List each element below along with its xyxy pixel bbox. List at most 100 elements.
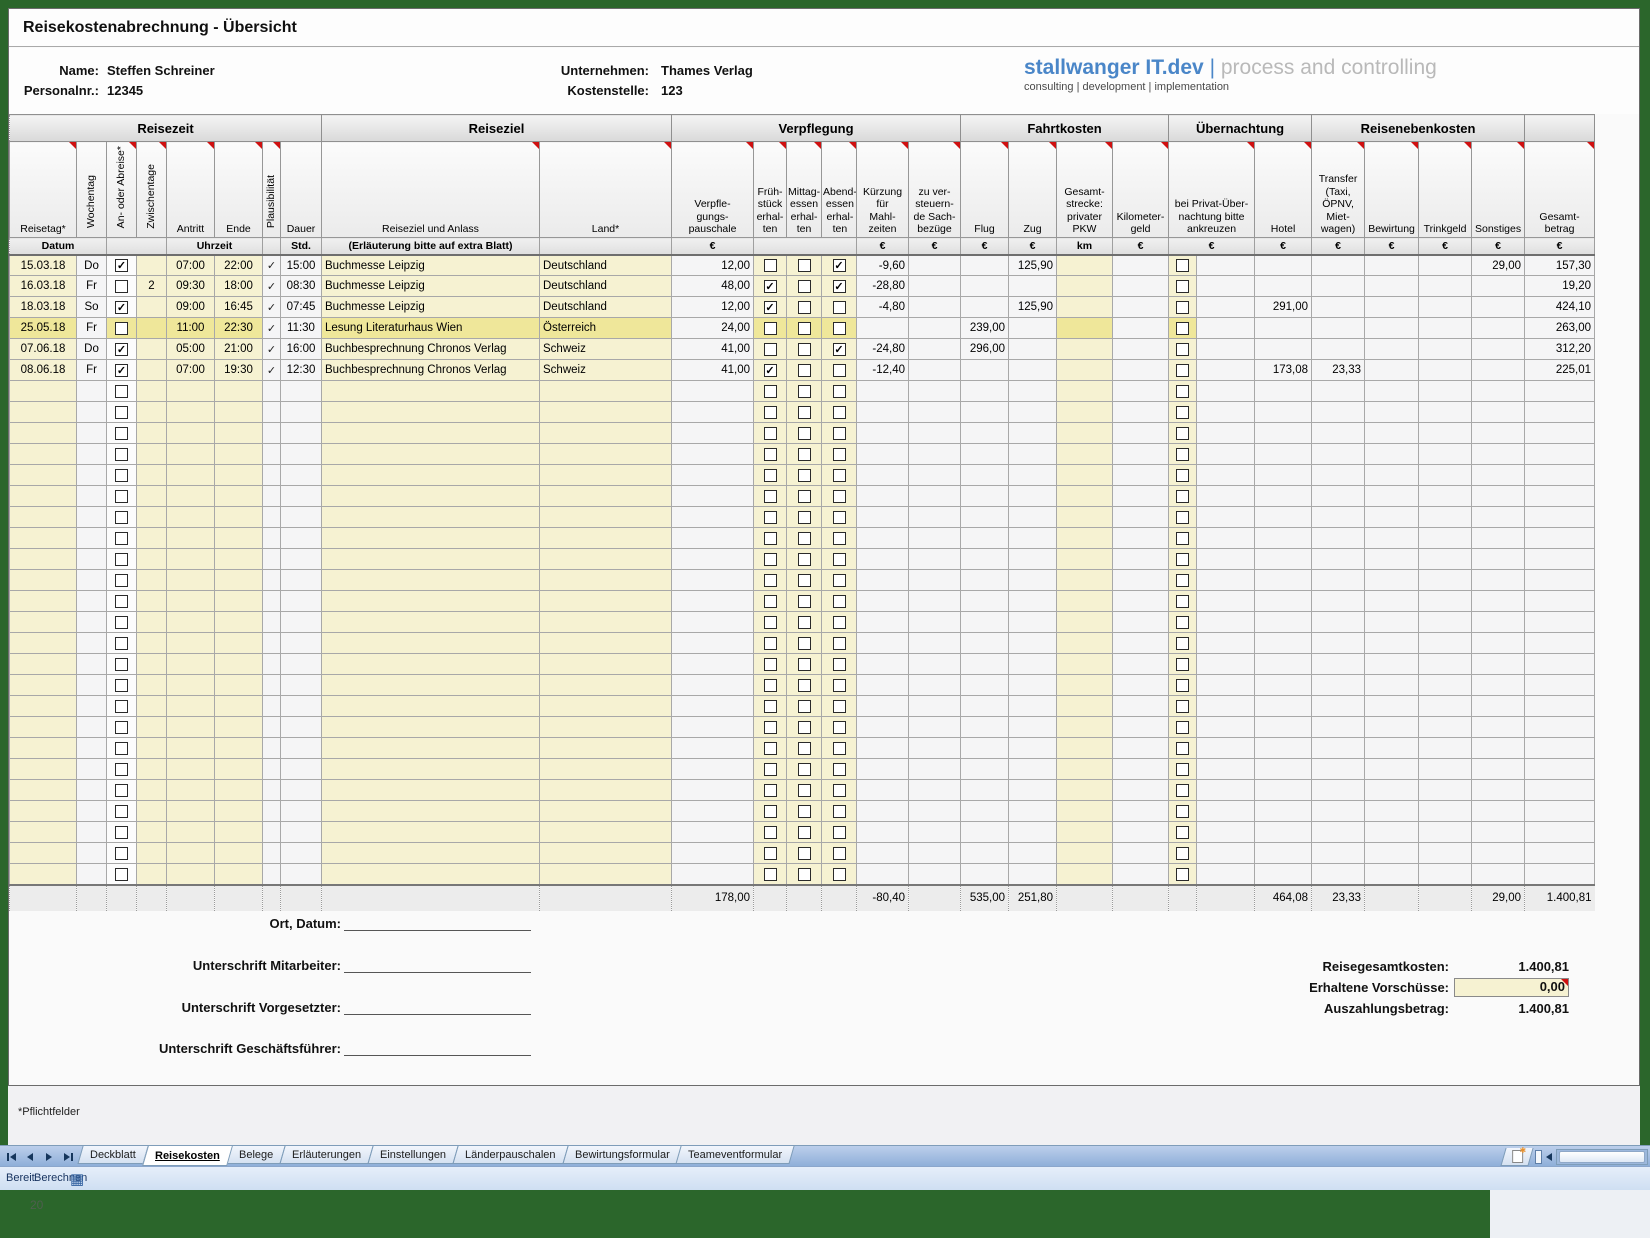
cell-fruh[interactable] bbox=[754, 717, 787, 738]
cell-abend[interactable] bbox=[822, 738, 857, 759]
checkbox-privcb[interactable] bbox=[1176, 868, 1189, 881]
cell-fruh[interactable] bbox=[754, 591, 787, 612]
cell-pkw[interactable] bbox=[1057, 318, 1113, 339]
cell-zw[interactable] bbox=[137, 381, 167, 402]
cell-anab[interactable] bbox=[107, 696, 137, 717]
cell-pkw[interactable] bbox=[1057, 696, 1113, 717]
checkbox-privcb[interactable] bbox=[1176, 763, 1189, 776]
cell-ende[interactable] bbox=[215, 507, 263, 528]
cell-datum[interactable] bbox=[10, 549, 77, 570]
checkbox-abend[interactable] bbox=[833, 469, 846, 482]
checkbox-anab[interactable] bbox=[115, 595, 128, 608]
checkbox-mittag[interactable] bbox=[798, 490, 811, 503]
checkbox-privcb[interactable] bbox=[1176, 406, 1189, 419]
cell-fruh[interactable] bbox=[754, 864, 787, 885]
checkbox-privcb[interactable] bbox=[1176, 721, 1189, 734]
cell-ende[interactable] bbox=[215, 843, 263, 864]
cell-land[interactable] bbox=[540, 801, 672, 822]
cell-privcb[interactable] bbox=[1169, 780, 1197, 801]
cell-abend[interactable] bbox=[822, 822, 857, 843]
checkbox-privcb[interactable] bbox=[1176, 259, 1189, 272]
cell-antritt[interactable] bbox=[167, 654, 215, 675]
cell-datum[interactable] bbox=[10, 507, 77, 528]
cell-anab[interactable] bbox=[107, 381, 137, 402]
calculator-icon[interactable]: ▦ bbox=[70, 1170, 84, 1188]
cell-abend[interactable] bbox=[822, 444, 857, 465]
cell-anab[interactable] bbox=[107, 549, 137, 570]
sig-mitarbeiter-line[interactable] bbox=[344, 972, 531, 973]
cell-mittag[interactable] bbox=[787, 633, 822, 654]
cell-antritt[interactable] bbox=[167, 507, 215, 528]
next-sheet-icon[interactable] bbox=[41, 1149, 57, 1165]
cell-anab[interactable] bbox=[107, 423, 137, 444]
cell-antritt[interactable] bbox=[167, 822, 215, 843]
cell-ende[interactable] bbox=[215, 675, 263, 696]
checkbox-anab[interactable] bbox=[115, 868, 128, 881]
cell-privcb[interactable] bbox=[1169, 528, 1197, 549]
cell-antritt[interactable] bbox=[167, 780, 215, 801]
checkbox-mittag[interactable] bbox=[798, 679, 811, 692]
cell-mittag[interactable] bbox=[787, 780, 822, 801]
cell-mittag[interactable] bbox=[787, 339, 822, 360]
cell-pkw[interactable] bbox=[1057, 297, 1113, 318]
cell-datum[interactable] bbox=[10, 759, 77, 780]
cell-datum[interactable]: 16.03.18 bbox=[10, 276, 77, 297]
cell-anab[interactable] bbox=[107, 276, 137, 297]
cell-ziel[interactable]: Buchbesprechnung Chronos Verlag bbox=[322, 339, 540, 360]
checkbox-privcb[interactable] bbox=[1176, 301, 1189, 314]
cell-abend[interactable] bbox=[822, 696, 857, 717]
cell-fruh[interactable] bbox=[754, 570, 787, 591]
cell-privcb[interactable] bbox=[1169, 612, 1197, 633]
cell-land[interactable] bbox=[540, 486, 672, 507]
checkbox-mittag[interactable] bbox=[798, 574, 811, 587]
checkbox-abend[interactable] bbox=[833, 448, 846, 461]
cell-mittag[interactable] bbox=[787, 360, 822, 381]
cell-ende[interactable] bbox=[215, 570, 263, 591]
cell-privcb[interactable] bbox=[1169, 486, 1197, 507]
checkbox-mittag[interactable] bbox=[798, 805, 811, 818]
cell-abend[interactable] bbox=[822, 507, 857, 528]
cell-mittag[interactable] bbox=[787, 255, 822, 276]
cell-datum[interactable] bbox=[10, 654, 77, 675]
cell-land[interactable] bbox=[540, 528, 672, 549]
checkbox-mittag[interactable] bbox=[798, 469, 811, 482]
cell-anab[interactable] bbox=[107, 759, 137, 780]
checkbox-anab[interactable] bbox=[115, 553, 128, 566]
cell-ende[interactable] bbox=[215, 486, 263, 507]
cell-zw[interactable] bbox=[137, 843, 167, 864]
cell-ziel[interactable] bbox=[322, 759, 540, 780]
cell-zw[interactable]: 2 bbox=[137, 276, 167, 297]
cell-ende[interactable] bbox=[215, 738, 263, 759]
cell-privcb[interactable] bbox=[1169, 801, 1197, 822]
checkbox-abend[interactable] bbox=[833, 280, 846, 293]
checkbox-anab[interactable] bbox=[115, 322, 128, 335]
cell-antritt[interactable] bbox=[167, 549, 215, 570]
cell-ende[interactable] bbox=[215, 402, 263, 423]
unternehmen-value[interactable]: Thames Verlag bbox=[661, 63, 753, 78]
cell-privcb[interactable] bbox=[1169, 465, 1197, 486]
cell-mittag[interactable] bbox=[787, 486, 822, 507]
cell-zw[interactable] bbox=[137, 318, 167, 339]
tab-einstellungen[interactable]: Einstellungen bbox=[367, 1146, 458, 1164]
cell-zw[interactable] bbox=[137, 444, 167, 465]
checkbox-abend[interactable] bbox=[833, 847, 846, 860]
cell-privcb[interactable] bbox=[1169, 507, 1197, 528]
checkbox-anab[interactable] bbox=[115, 574, 128, 587]
ort-datum-line[interactable] bbox=[344, 930, 531, 931]
checkbox-anab[interactable] bbox=[115, 364, 128, 377]
cell-zw[interactable] bbox=[137, 570, 167, 591]
checkbox-fruh[interactable] bbox=[764, 490, 777, 503]
tab-splitter-handle[interactable] bbox=[1535, 1150, 1542, 1164]
cell-mittag[interactable] bbox=[787, 843, 822, 864]
cell-privcb[interactable] bbox=[1169, 717, 1197, 738]
cell-pkw[interactable] bbox=[1057, 633, 1113, 654]
cell-privcb[interactable] bbox=[1169, 549, 1197, 570]
cell-abend[interactable] bbox=[822, 360, 857, 381]
checkbox-anab[interactable] bbox=[115, 742, 128, 755]
checkbox-mittag[interactable] bbox=[798, 553, 811, 566]
cell-fruh[interactable] bbox=[754, 759, 787, 780]
cell-land[interactable] bbox=[540, 822, 672, 843]
cell-land[interactable] bbox=[540, 633, 672, 654]
checkbox-fruh[interactable] bbox=[764, 427, 777, 440]
cell-mittag[interactable] bbox=[787, 318, 822, 339]
